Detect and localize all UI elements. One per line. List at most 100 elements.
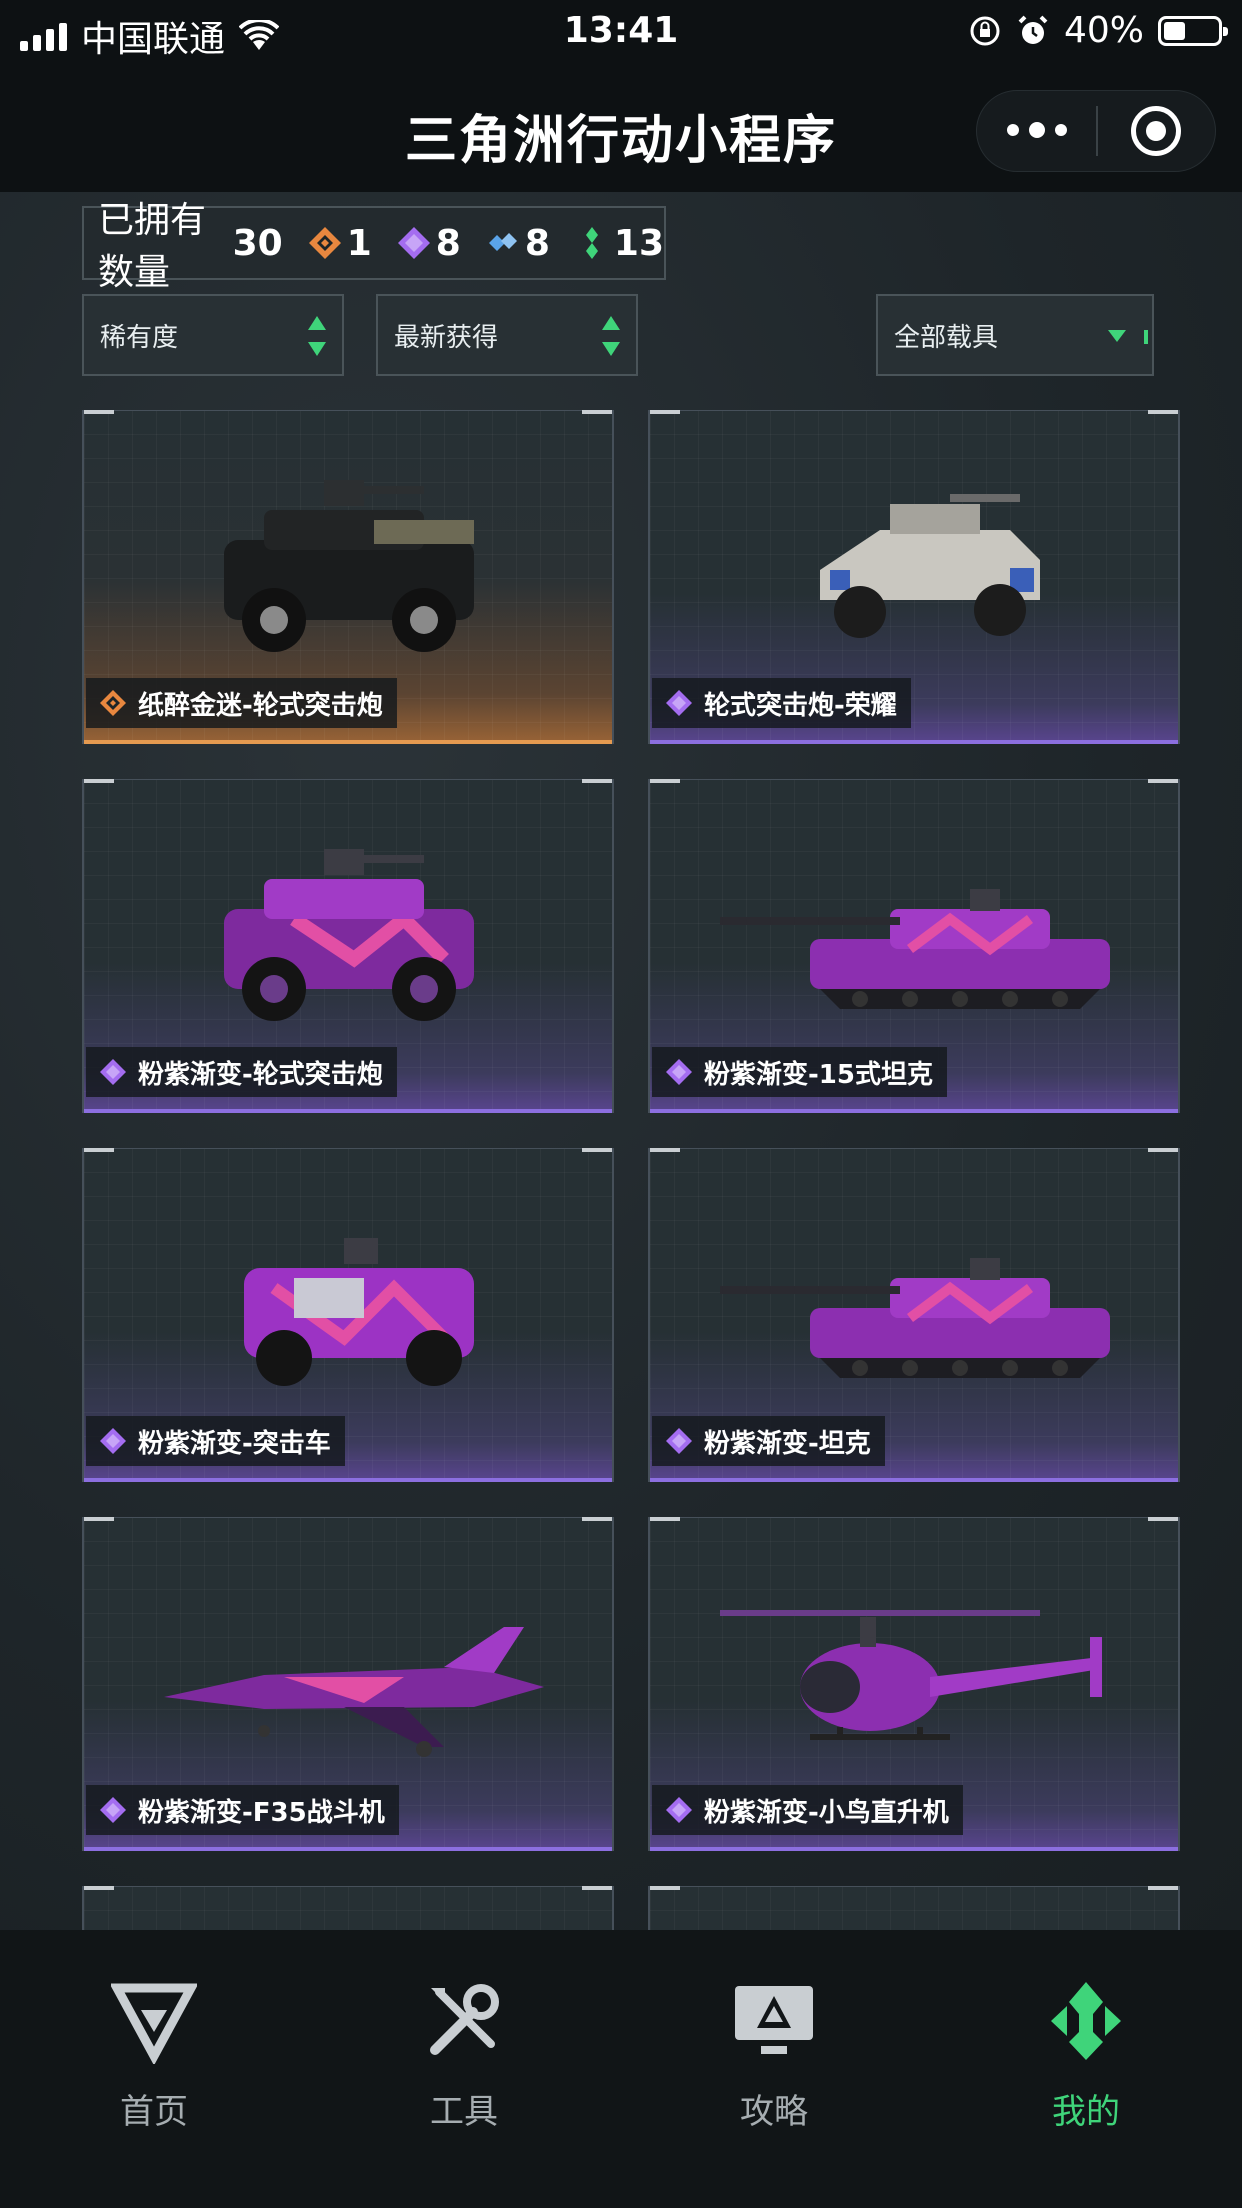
skin-name-label: 粉紫渐变-坦克	[652, 1416, 885, 1466]
tab-guide[interactable]: 攻略	[684, 1978, 864, 2133]
rarity-line	[650, 1109, 1178, 1113]
miniprogram-capsule	[976, 90, 1216, 172]
tab-tools-label: 工具	[430, 2092, 498, 2132]
skin-name-label: 粉紫渐变-轮式突击炮	[86, 1047, 397, 1097]
armored-car-image	[224, 480, 474, 652]
card-corner	[582, 410, 612, 414]
green-gem-icon	[585, 227, 598, 259]
vehicle-skin-card[interactable]: 粉紫渐变-F35战斗机	[82, 1517, 614, 1851]
vehicle-filter-dropdown[interactable]: 全部载具	[876, 294, 1154, 376]
skin-name: 粉紫渐变-15式坦克	[704, 1059, 933, 1090]
battery-icon	[1158, 15, 1228, 46]
alarm-icon	[1018, 15, 1048, 44]
skin-name-label: 纸醉金迷-轮式突击炮	[86, 678, 397, 728]
tab-home-label: 首页	[120, 2092, 188, 2132]
guide-monitor-icon	[735, 1986, 813, 2054]
armored-car-pink-image	[224, 849, 474, 1021]
card-top-line	[114, 779, 582, 780]
card-top-line	[114, 1886, 582, 1887]
latest-sort-dropdown[interactable]: 最新获得	[376, 294, 638, 376]
sort-arrows-icon	[306, 316, 328, 356]
purple-gem-icon	[397, 227, 430, 259]
green-gem-count: 13	[574, 223, 664, 264]
tools-icon	[430, 1984, 499, 2055]
blue-gem-icon	[488, 233, 517, 251]
vehicle-skin-card[interactable]: 轮式突击炮-荣耀	[648, 410, 1180, 744]
profile-logo-icon	[1051, 1982, 1121, 2060]
gold-gem-count: 1	[307, 223, 372, 264]
purple-gem-icon	[100, 1059, 126, 1085]
card-corner	[84, 410, 114, 414]
vehicle-skin-card-partial[interactable]	[648, 1886, 1180, 1930]
card-corner	[1148, 779, 1178, 783]
rarity-sort-dropdown[interactable]: 稀有度	[82, 294, 344, 376]
purple-gem-icon	[100, 1797, 126, 1823]
card-corner	[1148, 410, 1178, 414]
card-corner	[582, 1886, 612, 1890]
tab-home[interactable]: 首页	[64, 1978, 244, 2133]
card-corner	[650, 779, 680, 783]
card-top-line	[114, 1517, 582, 1518]
rarity-line	[84, 1109, 612, 1113]
rarity-line	[84, 740, 612, 744]
skin-name: 粉紫渐变-突击车	[138, 1428, 331, 1459]
rarity-sort-label: 稀有度	[100, 322, 179, 353]
card-corner	[1148, 1517, 1178, 1521]
purple-gem-icon	[666, 690, 692, 716]
content-area: 已拥有数量 30 1 8 8 13 稀有度 最新获得 全部载具 纸醉金迷-轮式突击…	[0, 192, 1242, 1930]
vehicle-skin-card[interactable]: 粉紫渐变-小鸟直升机	[648, 1517, 1180, 1851]
tab-guide-label: 攻略	[740, 2092, 808, 2132]
skin-name: 粉紫渐变-小鸟直升机	[704, 1797, 949, 1828]
skin-name: 纸醉金迷-轮式突击炮	[138, 690, 383, 721]
vehicle-skin-card[interactable]: 粉紫渐变-坦克	[648, 1148, 1180, 1482]
gold-gem-icon	[308, 227, 341, 259]
card-corner	[582, 779, 612, 783]
vehicle-skin-card[interactable]: 粉紫渐变-15式坦克	[648, 779, 1180, 1113]
rarity-line	[650, 740, 1178, 744]
purple-gem-icon	[666, 1797, 692, 1823]
tab-profile[interactable]: 我的	[996, 1978, 1176, 2133]
vehicle-skin-card[interactable]: 纸醉金迷-轮式突击炮	[82, 410, 614, 744]
armored-car-white-image	[820, 494, 1040, 638]
tab-tools[interactable]: 工具	[374, 1978, 554, 2133]
rarity-line	[650, 1847, 1178, 1851]
purple-gem-icon	[666, 1059, 692, 1085]
card-top-line	[114, 410, 582, 411]
card-background	[84, 1886, 612, 1930]
blue-gem-count: 8	[485, 223, 550, 264]
home-logo-icon	[109, 1983, 199, 2066]
card-top-line	[680, 1148, 1148, 1149]
skin-name: 粉紫渐变-坦克	[704, 1428, 871, 1459]
skin-name-label: 粉紫渐变-F35战斗机	[86, 1785, 399, 1835]
owned-summary: 已拥有数量 30 1 8 8 13	[82, 200, 666, 293]
vehicle-skin-card-partial[interactable]	[82, 1886, 614, 1930]
card-corner	[650, 1148, 680, 1152]
card-corner	[1148, 1886, 1178, 1890]
skin-name: 粉紫渐变-轮式突击炮	[138, 1059, 383, 1090]
card-corner	[1148, 1148, 1178, 1152]
skin-name-label: 粉紫渐变-15式坦克	[652, 1047, 947, 1097]
status-right: 40%	[968, 10, 1228, 51]
vehicle-skin-card[interactable]: 粉紫渐变-突击车	[82, 1148, 614, 1482]
skin-name: 粉紫渐变-F35战斗机	[138, 1797, 385, 1828]
owned-total: 30	[232, 222, 283, 264]
tank-image	[720, 1258, 1110, 1378]
vehicle-filter-label: 全部载具	[894, 322, 999, 353]
card-top-line	[680, 779, 1148, 780]
more-dots-icon[interactable]	[977, 122, 1096, 138]
gold-gem-icon	[100, 690, 126, 716]
card-corner	[650, 1886, 680, 1890]
skin-name-label: 轮式突击炮-荣耀	[652, 678, 911, 728]
purple-gem-icon	[100, 1428, 126, 1454]
card-corner	[650, 1517, 680, 1521]
rarity-line	[650, 1478, 1178, 1482]
nav-bar: 三角洲行动小程序	[0, 68, 1242, 192]
card-top-line	[680, 1517, 1148, 1518]
card-corner	[84, 1517, 114, 1521]
card-top-line	[114, 1148, 582, 1149]
card-top-line	[680, 410, 1148, 411]
vehicle-skin-card[interactable]: 粉紫渐变-轮式突击炮	[82, 779, 614, 1113]
sort-arrows-icon	[600, 316, 622, 356]
card-corner	[84, 779, 114, 783]
close-target-icon[interactable]	[1098, 106, 1215, 156]
